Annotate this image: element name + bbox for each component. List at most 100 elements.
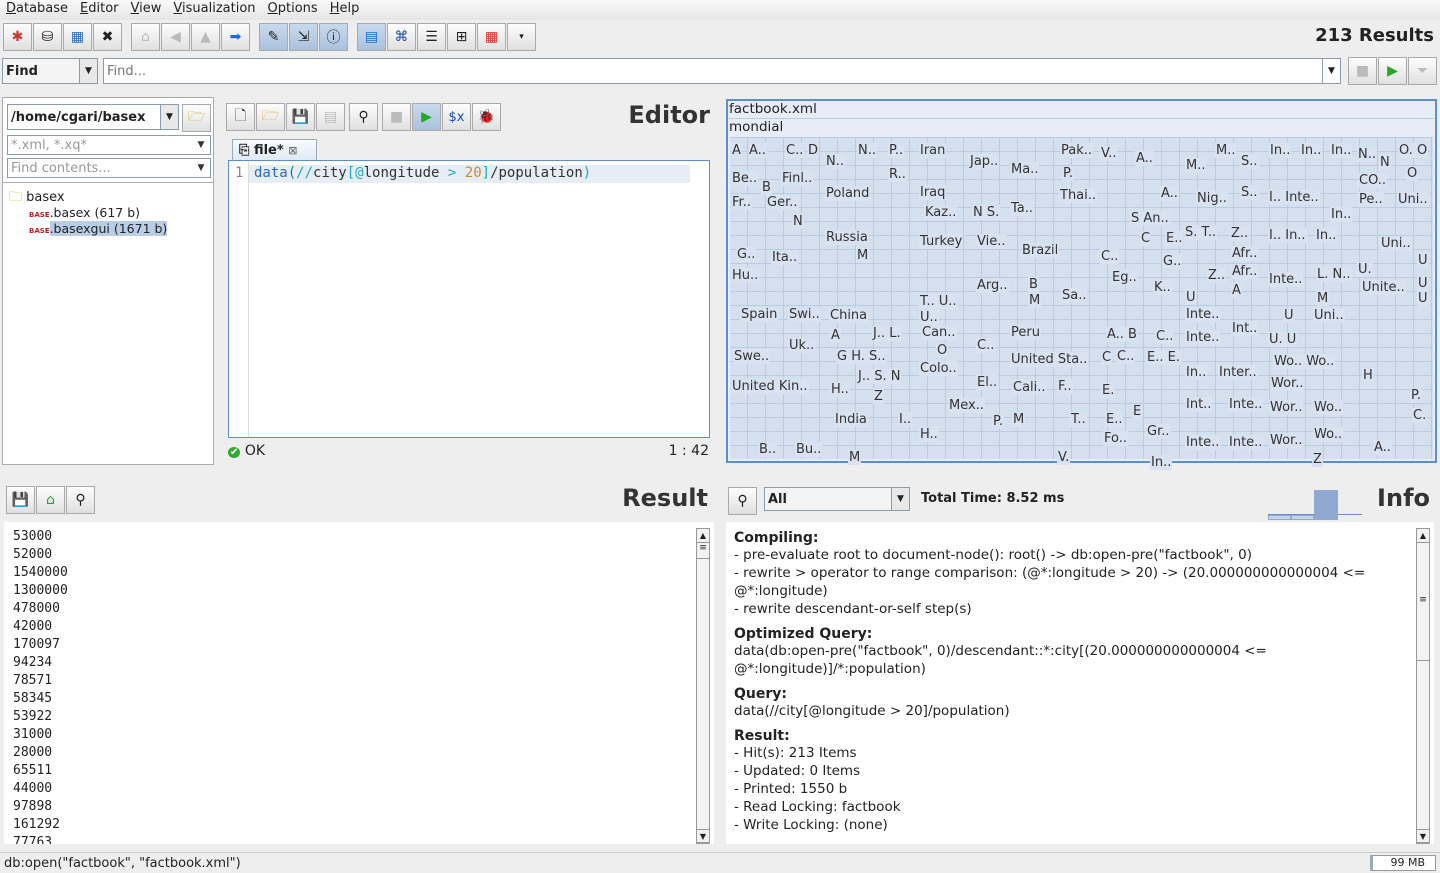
map-node[interactable]: China [829, 308, 869, 323]
memory-usage[interactable]: 99 MB [1370, 855, 1436, 871]
map-node[interactable]: Int.. [1231, 321, 1259, 336]
map-node[interactable]: H.. [919, 427, 939, 442]
menu-view[interactable]: View [125, 0, 168, 17]
map-node[interactable]: Z.. [1207, 268, 1227, 283]
search-button[interactable]: ⚲ [349, 103, 378, 131]
map-node[interactable]: V. [1057, 450, 1071, 465]
map-node[interactable]: R.. [888, 167, 907, 182]
up-button[interactable]: ▲ [191, 23, 220, 51]
debug-button[interactable]: 🐞 [472, 103, 501, 131]
map-node[interactable]: M [1028, 293, 1042, 308]
map-node[interactable]: Nig.. [1196, 191, 1228, 206]
map-node[interactable]: M [1012, 412, 1026, 427]
map-node[interactable]: C.. [976, 338, 996, 353]
map-node[interactable]: C.. [1155, 329, 1175, 344]
tree-item-basex-file[interactable]: BASE.basex (617 b) [29, 205, 140, 220]
map-node[interactable]: E [1132, 404, 1143, 419]
map-node[interactable]: Wor.. [1269, 433, 1304, 448]
map-node[interactable]: Gr.. [1146, 424, 1171, 439]
map-node[interactable]: N [1379, 155, 1391, 170]
map-node[interactable]: Thai.. [1059, 188, 1098, 203]
project-path-select[interactable]: /home/cgari/basex ▼ [7, 104, 179, 130]
info-toggle[interactable]: ⓘ [319, 23, 348, 51]
map-node[interactable]: Brazil [1021, 243, 1060, 258]
map-node[interactable]: Swe.. [733, 349, 771, 364]
variables-button[interactable]: $x [442, 103, 471, 131]
map-node[interactable]: A [830, 328, 841, 343]
map-node[interactable]: Turkey [919, 234, 964, 249]
map-node[interactable]: P. [1410, 388, 1422, 403]
choose-folder-button[interactable]: 🗁 [182, 104, 211, 132]
map-node[interactable]: K.. [1153, 280, 1172, 295]
map-node[interactable]: Z [873, 389, 884, 404]
home-button[interactable]: ⌂ [131, 23, 160, 51]
map-node[interactable]: L. N.. [1316, 267, 1352, 282]
properties-button[interactable]: ▦ [63, 23, 92, 51]
map-node[interactable]: Pak.. [1060, 143, 1094, 158]
map-node[interactable]: S. T.. [1184, 225, 1218, 240]
map-node[interactable]: E.. [1105, 412, 1124, 427]
map-node[interactable]: In.. [1330, 143, 1353, 158]
map-node[interactable]: Inte.. [1228, 397, 1264, 412]
run-find-button[interactable]: ▶ [1378, 57, 1407, 85]
map-node[interactable]: C [1140, 231, 1152, 246]
map-node[interactable]: Poland [825, 186, 871, 201]
menu-help[interactable]: Help [324, 0, 366, 17]
map-node[interactable]: S.. [1240, 154, 1259, 169]
map-node[interactable]: Afr.. [1231, 246, 1259, 261]
find-mode-select[interactable]: Find ▼ [2, 58, 98, 84]
stop-query-button[interactable]: ■ [382, 103, 411, 131]
map-node[interactable]: A.. [1160, 186, 1179, 201]
map-node[interactable]: U [1417, 276, 1429, 291]
map-node[interactable]: U. [1357, 262, 1373, 277]
map-node[interactable]: Inte.. [1185, 330, 1221, 345]
map-node[interactable]: B [1028, 277, 1039, 292]
map-node[interactable]: H [1362, 368, 1374, 383]
map-node[interactable]: Fo.. [1103, 431, 1129, 446]
map-node[interactable]: C [1101, 350, 1113, 365]
map-node[interactable]: Spain [740, 307, 779, 322]
map-node[interactable]: In.. [1330, 207, 1353, 222]
map-node[interactable]: M [1316, 291, 1330, 306]
map-node[interactable]: Uni.. [1397, 192, 1429, 207]
map-node[interactable]: C.. [1116, 349, 1136, 364]
map-node[interactable]: D [807, 143, 820, 158]
map-node[interactable]: U [1185, 290, 1197, 305]
map-view[interactable]: factbook.xml mondial A A.. C.. D N.. N.. P.. Ir… [726, 99, 1437, 470]
map-node[interactable]: I.. Inte.. [1268, 190, 1320, 205]
map-node[interactable]: Inte.. [1228, 435, 1264, 450]
home-result-button[interactable]: ⌂ [36, 486, 65, 514]
plot-view-toggle[interactable]: ⊞ [447, 23, 476, 51]
map-node[interactable]: Jap.. [969, 154, 1000, 169]
map-node[interactable]: Wor.. [1270, 376, 1305, 391]
tree-item-basexgui-file[interactable]: BASE.basexgui (1671 b) [29, 221, 168, 236]
map-node[interactable]: Russia [825, 230, 869, 245]
map-node[interactable]: N.. [825, 154, 845, 169]
open-database-button[interactable]: ⛁ [33, 23, 62, 51]
folder-view-toggle[interactable]: ☰ [417, 23, 446, 51]
map-node[interactable]: E.. E. [1146, 350, 1181, 365]
map-node[interactable]: S An.. [1130, 211, 1170, 226]
map-node[interactable]: B [761, 180, 772, 195]
new-database-button[interactable]: ✱ [3, 23, 32, 51]
new-file-button[interactable]: 🗋 [226, 103, 255, 131]
map-node[interactable]: Eg.. [1111, 270, 1138, 285]
tree-view-toggle[interactable]: ⌘ [387, 23, 416, 51]
map-node[interactable]: U [1283, 308, 1295, 323]
more-views-button[interactable]: ▾ [507, 23, 536, 51]
find-contents-input[interactable]: Find contents... ▼ [7, 158, 211, 178]
map-node[interactable]: Arg.. [976, 278, 1009, 293]
map-node[interactable]: Z.. [1230, 226, 1250, 241]
forward-button[interactable]: ➡ [221, 23, 250, 51]
map-node[interactable]: T.. [1070, 412, 1087, 427]
save-file-button[interactable]: 💾 [286, 103, 315, 131]
map-node[interactable]: Inte.. [1185, 435, 1221, 450]
map-node[interactable]: A.. [1373, 440, 1392, 455]
open-file-button[interactable]: 🗁 [256, 103, 285, 131]
map-node[interactable]: A [1231, 283, 1242, 298]
map-node[interactable]: C.. [785, 143, 805, 158]
map-node[interactable]: U.. [919, 310, 939, 325]
map-node[interactable]: Hu.. [731, 268, 760, 283]
map-node[interactable]: Vie.. [976, 234, 1007, 249]
map-node[interactable]: India [834, 412, 868, 427]
